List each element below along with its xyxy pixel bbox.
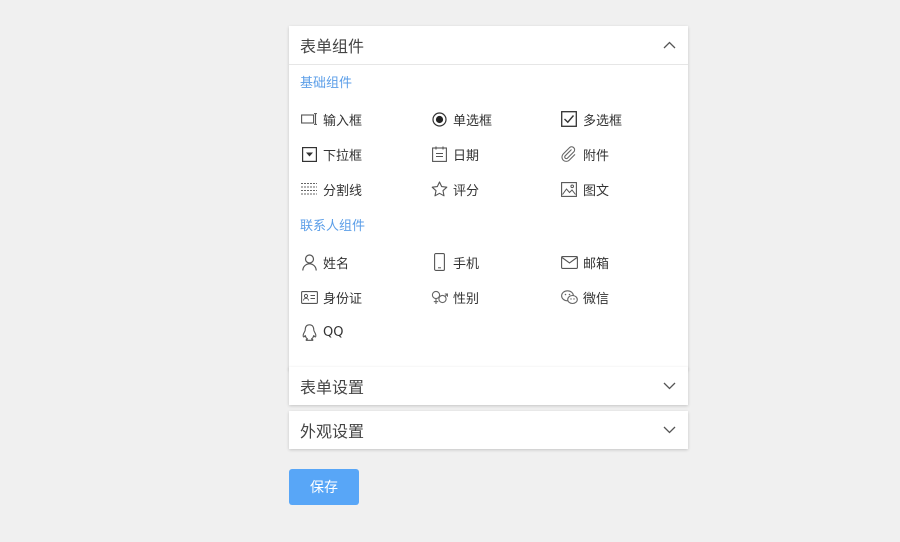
contact-components-grid: 姓名 手机 邮箱 身份证 性别 微信 QQ — [300, 253, 677, 358]
component-rich-image-label: 图文 — [583, 183, 610, 199]
component-rich-image[interactable]: 图文 — [560, 180, 690, 199]
image-icon — [560, 180, 578, 198]
component-radio[interactable]: 单选框 — [430, 110, 560, 129]
component-input-label: 输入框 — [323, 113, 363, 129]
component-attachment-label: 附件 — [583, 148, 610, 164]
checkbox-icon — [560, 110, 578, 128]
basic-components-title: 基础组件 — [300, 76, 353, 91]
user-icon — [300, 253, 318, 271]
component-radio-label: 单选框 — [453, 113, 493, 129]
component-date-label: 日期 — [453, 148, 480, 164]
component-divider[interactable]: 分割线 — [300, 180, 430, 199]
component-checkbox[interactable]: 多选框 — [560, 110, 690, 129]
component-wechat[interactable]: 微信 — [560, 288, 690, 307]
gender-icon — [430, 288, 448, 306]
component-qq[interactable]: QQ — [300, 323, 430, 341]
calendar-icon — [430, 145, 448, 163]
component-input[interactable]: 输入框 — [300, 110, 430, 129]
component-name-label: 姓名 — [323, 256, 350, 272]
chevron-down-icon[interactable] — [662, 423, 676, 437]
chevron-up-icon[interactable] — [662, 38, 676, 52]
component-wechat-label: 微信 — [583, 291, 610, 307]
input-box-icon — [300, 110, 318, 128]
component-name[interactable]: 姓名 — [300, 253, 430, 272]
component-email-label: 邮箱 — [583, 256, 610, 272]
chevron-down-icon[interactable] — [662, 379, 676, 393]
form-components-title: 表单组件 — [300, 37, 365, 56]
divider-icon — [300, 180, 318, 198]
page: 表单组件 基础组件 输入框 单选框 多选框 下拉框 日期 附件 分割线 评分 图… — [0, 0, 900, 542]
component-email[interactable]: 邮箱 — [560, 253, 690, 272]
form-components-body: 基础组件 输入框 单选框 多选框 下拉框 日期 附件 分割线 评分 图文 联系人… — [289, 64, 688, 370]
component-select[interactable]: 下拉框 — [300, 145, 430, 164]
star-icon — [430, 180, 448, 198]
basic-components-grid: 输入框 单选框 多选框 下拉框 日期 附件 分割线 评分 图文 — [300, 110, 677, 215]
component-phone-label: 手机 — [453, 256, 480, 272]
mail-icon — [560, 253, 578, 271]
component-attachment[interactable]: 附件 — [560, 145, 690, 164]
component-gender-label: 性别 — [453, 291, 480, 307]
component-id-card[interactable]: 身份证 — [300, 288, 430, 307]
form-settings-title: 表单设置 — [300, 378, 365, 397]
wechat-icon — [560, 288, 578, 306]
component-gender[interactable]: 性别 — [430, 288, 560, 307]
component-rating[interactable]: 评分 — [430, 180, 560, 199]
component-checkbox-label: 多选框 — [583, 113, 623, 129]
component-select-label: 下拉框 — [323, 148, 363, 164]
appearance-settings-title: 外观设置 — [300, 422, 365, 441]
form-settings-panel: 表单设置 — [289, 367, 688, 405]
appearance-settings-panel: 外观设置 — [289, 411, 688, 449]
radio-icon — [430, 110, 448, 128]
component-id-card-label: 身份证 — [323, 291, 363, 307]
component-rating-label: 评分 — [453, 183, 480, 199]
contact-components-title: 联系人组件 — [300, 219, 366, 234]
mobile-phone-icon — [430, 253, 448, 271]
qq-penguin-icon — [300, 323, 318, 341]
component-qq-label: QQ — [323, 324, 344, 340]
appearance-settings-header[interactable]: 外观设置 — [289, 411, 688, 449]
component-date[interactable]: 日期 — [430, 145, 560, 164]
form-components-header[interactable]: 表单组件 — [289, 26, 688, 64]
form-components-panel: 表单组件 基础组件 输入框 单选框 多选框 下拉框 日期 附件 分割线 评分 图… — [289, 26, 688, 370]
paperclip-icon — [560, 145, 578, 163]
id-card-icon — [300, 288, 318, 306]
form-settings-header[interactable]: 表单设置 — [289, 367, 688, 405]
component-divider-label: 分割线 — [323, 183, 363, 199]
dropdown-icon — [300, 145, 318, 163]
save-button[interactable]: 保存 — [289, 469, 359, 505]
component-phone[interactable]: 手机 — [430, 253, 560, 272]
